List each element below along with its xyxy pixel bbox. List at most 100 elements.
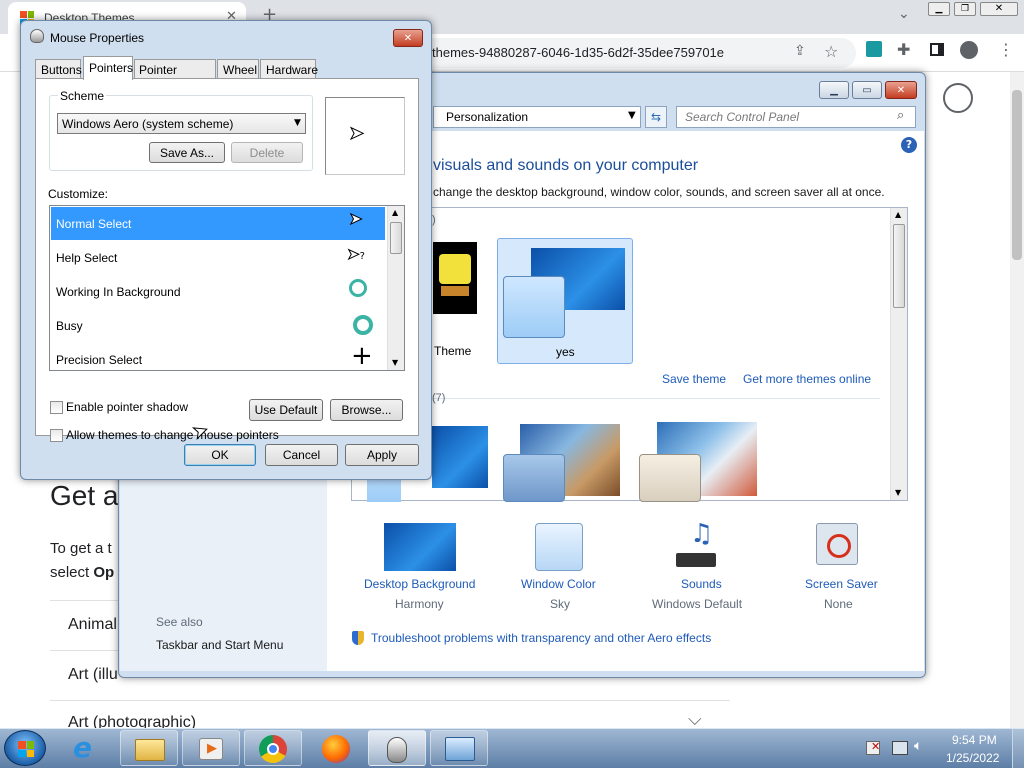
themes-list[interactable]: ) Theme yes Save theme Get more themes o… [351, 207, 908, 502]
taskbar-firefox-icon[interactable] [306, 730, 364, 766]
sounds-icon: ♫ [676, 519, 724, 571]
pointers-panel: Scheme Windows Aero (system scheme) ▼ Sa… [35, 78, 419, 442]
taskbar-media-player-icon[interactable]: ▶ [182, 730, 240, 766]
extensions-puzzle-icon[interactable]: ✚ [897, 40, 910, 59]
help-select-cursor-icon: ➤? [347, 245, 365, 264]
scroll-down-icon[interactable]: ▼ [895, 488, 901, 497]
cp-minimize-button[interactable]: ▁ [819, 81, 849, 99]
tray-volume-icon[interactable]: 🔈︎ [914, 738, 922, 754]
share-icon[interactable]: ⇪ [794, 43, 806, 59]
search-icon[interactable]: ⌕ [897, 108, 904, 123]
window-color-label[interactable]: Window Color [521, 577, 596, 591]
taskbar-explorer-icon[interactable] [120, 730, 178, 766]
side-panel-icon[interactable] [930, 43, 944, 56]
profile-icon[interactable] [960, 41, 978, 59]
theme-thumbnail[interactable] [639, 454, 701, 502]
pointer-list-item[interactable]: Working In Background [51, 275, 385, 308]
themes-scrollbar-thumb[interactable] [893, 224, 905, 308]
tray-action-center-icon[interactable]: ✕ [866, 740, 880, 755]
cp-maximize-button[interactable]: ▭ [852, 81, 882, 99]
desktop-background-tile[interactable]: Desktop Background Harmony [358, 521, 482, 617]
tab-hardware[interactable]: Hardware [260, 59, 318, 79]
refresh-icon[interactable]: ⇆ [645, 106, 667, 128]
theme-thumbnail[interactable] [503, 454, 565, 502]
tray-network-icon[interactable] [892, 741, 908, 755]
bookmark-star-icon[interactable]: ☆ [824, 42, 838, 61]
breadcrumb[interactable]: Personalization [446, 110, 528, 124]
clock-time[interactable]: 9:54 PM [952, 733, 997, 747]
desktop-background-label[interactable]: Desktop Background [364, 577, 475, 591]
sounds-label[interactable]: Sounds [681, 577, 722, 591]
enable-shadow-label[interactable]: Enable pointer shadow [66, 400, 188, 414]
pointer-list-item[interactable]: Busy [51, 309, 385, 342]
tab-buttons[interactable]: Buttons [35, 59, 82, 79]
screen-saver-label[interactable]: Screen Saver [805, 577, 878, 591]
apply-button[interactable]: Apply [345, 444, 419, 466]
sounds-tile[interactable]: ♫ Sounds Windows Default [640, 519, 760, 617]
account-icon[interactable] [943, 83, 973, 113]
taskbar-ie-icon[interactable]: e [58, 730, 116, 766]
windows-logo-icon [18, 741, 34, 757]
dropdown-arrow-icon: ▼ [294, 118, 301, 128]
theme-thumbnail[interactable] [433, 242, 477, 314]
clock-date[interactable]: 1/25/2022 [946, 751, 999, 765]
taskbar-chrome-icon[interactable] [244, 730, 302, 766]
tab-wheel[interactable]: Wheel [217, 59, 259, 79]
allow-themes-checkbox[interactable] [50, 429, 63, 442]
mouse-icon [30, 29, 44, 43]
save-as-button[interactable]: Save As... [149, 142, 225, 163]
desktop-background-value: Harmony [395, 597, 444, 611]
dropdown-arrow-icon[interactable]: ▼ [628, 110, 636, 121]
scheme-select[interactable]: Windows Aero (system scheme) ▼ [57, 113, 306, 134]
pointer-list-item[interactable]: Precision Select + [51, 343, 385, 370]
tab-pointers[interactable]: Pointers [83, 56, 133, 80]
theme-thumbnail[interactable] [432, 426, 488, 488]
enable-shadow-checkbox[interactable] [50, 401, 63, 414]
window-color-swatch [503, 276, 565, 338]
sounds-value: Windows Default [652, 597, 743, 611]
help-icon[interactable]: ? [901, 137, 917, 153]
taskbar-start-menu-link[interactable]: Taskbar and Start Menu [156, 638, 283, 652]
delete-button[interactable]: Delete [231, 142, 303, 163]
cp-subheading: change the desktop background, window co… [433, 185, 885, 199]
screen-saver-tile[interactable]: Screen Saver None [790, 521, 890, 617]
allow-themes-label[interactable]: Allow themes to change mouse pointers [66, 428, 279, 442]
taskbar-mouse-properties-icon[interactable] [368, 730, 426, 766]
troubleshoot-link[interactable]: Troubleshoot problems with transparency … [371, 631, 711, 645]
show-desktop-button[interactable] [1012, 729, 1024, 768]
cancel-button[interactable]: Cancel [265, 444, 338, 466]
search-placeholder: Search Control Panel [685, 110, 800, 124]
pointer-list-scrollbar[interactable]: ▲ ▼ [387, 206, 404, 370]
theme-label[interactable]: Theme [434, 344, 471, 358]
use-default-button[interactable]: Use Default [249, 399, 323, 421]
dialog-close-button[interactable]: ✕ [393, 29, 423, 47]
cp-search-input[interactable]: Search Control Panel ⌕ [676, 106, 916, 128]
cp-close-button[interactable]: ✕ [885, 81, 917, 99]
chevron-down-icon: ⌵ [688, 709, 702, 730]
page-scrollbar-thumb[interactable] [1012, 90, 1022, 260]
scroll-up-icon[interactable]: ▲ [895, 210, 901, 219]
tab-search-icon[interactable]: ⌄ [898, 6, 910, 22]
scroll-down-icon[interactable]: ▼ [392, 358, 398, 367]
start-button[interactable] [4, 730, 46, 766]
theme-tile-selected[interactable]: yes [497, 238, 633, 364]
pointer-list[interactable]: Normal Select ➤ Help Select ➤? Working I… [49, 205, 405, 371]
chrome-minimize-button[interactable]: ▁ [928, 2, 950, 16]
get-more-themes-link[interactable]: Get more themes online [743, 372, 871, 386]
browse-button[interactable]: Browse... [330, 399, 403, 421]
pointer-list-item[interactable]: Help Select ➤? [51, 241, 385, 274]
menu-kebab-icon[interactable]: ⋮ [998, 40, 1014, 59]
themes-scrollbar[interactable]: ▲ ▼ [890, 208, 907, 500]
tab-pointer-options[interactable]: Pointer Options [134, 59, 216, 91]
ok-button[interactable]: OK [184, 444, 256, 466]
scroll-up-icon[interactable]: ▲ [392, 208, 398, 217]
pointer-list-scrollbar-thumb[interactable] [390, 222, 402, 254]
save-theme-link[interactable]: Save theme [662, 372, 726, 386]
taskbar-control-panel-icon[interactable] [430, 730, 488, 766]
pointer-list-item-selected[interactable]: Normal Select ➤ [51, 207, 385, 240]
extension-icon[interactable] [866, 41, 882, 57]
chrome-close-button[interactable]: ✕ [980, 2, 1018, 16]
window-color-tile[interactable]: Window Color Sky [504, 521, 614, 617]
chrome-restore-button[interactable]: ❐ [954, 2, 976, 16]
cp-address-bar[interactable]: Personalization ▼ [433, 106, 641, 128]
